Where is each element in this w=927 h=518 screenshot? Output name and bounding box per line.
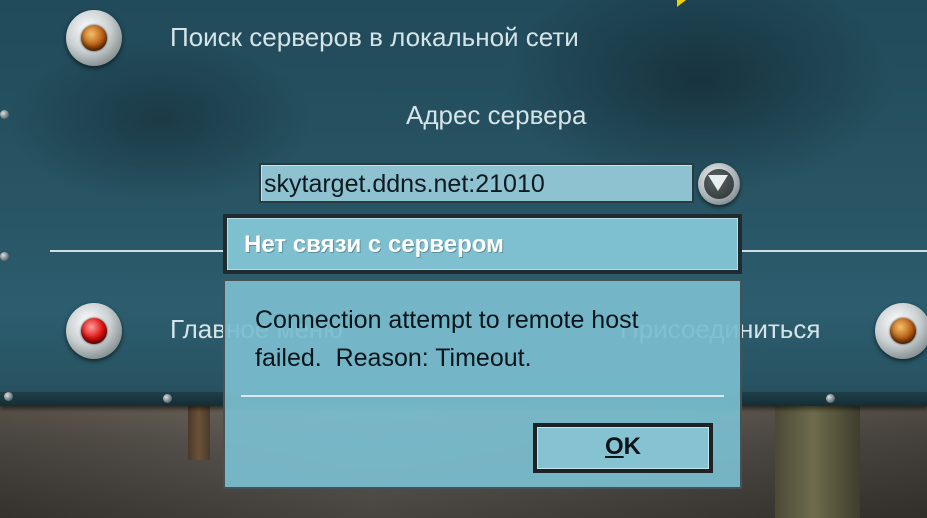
amber-lamp-icon — [81, 25, 107, 51]
background-barrel — [775, 402, 860, 518]
lan-search-label[interactable]: Поиск серверов в локальной сети — [170, 22, 579, 53]
main-menu-button[interactable] — [66, 303, 122, 359]
server-address-label: Адрес сервера — [406, 100, 587, 130]
join-button[interactable] — [875, 303, 927, 359]
rivet-icon — [0, 110, 9, 119]
dialog-title: Нет связи с сервером — [227, 218, 738, 270]
server-address-input[interactable]: skytarget.ddns.net:21010 — [259, 163, 694, 203]
rivet-icon — [826, 394, 835, 403]
cursor-arrow-icon — [677, 0, 686, 7]
ok-mnemonic: O — [604, 433, 624, 460]
dropdown-arrow-icon — [708, 175, 728, 191]
ok-label-rest: K — [623, 433, 641, 460]
error-dialog: Connection attempt to remote host failed… — [223, 279, 742, 489]
rivet-icon — [4, 392, 13, 401]
dialog-title-bar: Нет связи с сервером — [223, 214, 742, 274]
lan-search-button[interactable] — [66, 10, 122, 66]
rivet-icon — [163, 394, 172, 403]
red-lamp-icon — [81, 318, 107, 344]
dialog-message: Connection attempt to remote host failed… — [255, 306, 646, 372]
ok-button[interactable]: OK — [533, 423, 713, 473]
background-plank — [188, 405, 210, 460]
dialog-divider — [241, 395, 724, 397]
amber-lamp-icon — [890, 318, 916, 344]
address-dropdown-button[interactable] — [698, 163, 740, 205]
rivet-icon — [0, 252, 9, 261]
